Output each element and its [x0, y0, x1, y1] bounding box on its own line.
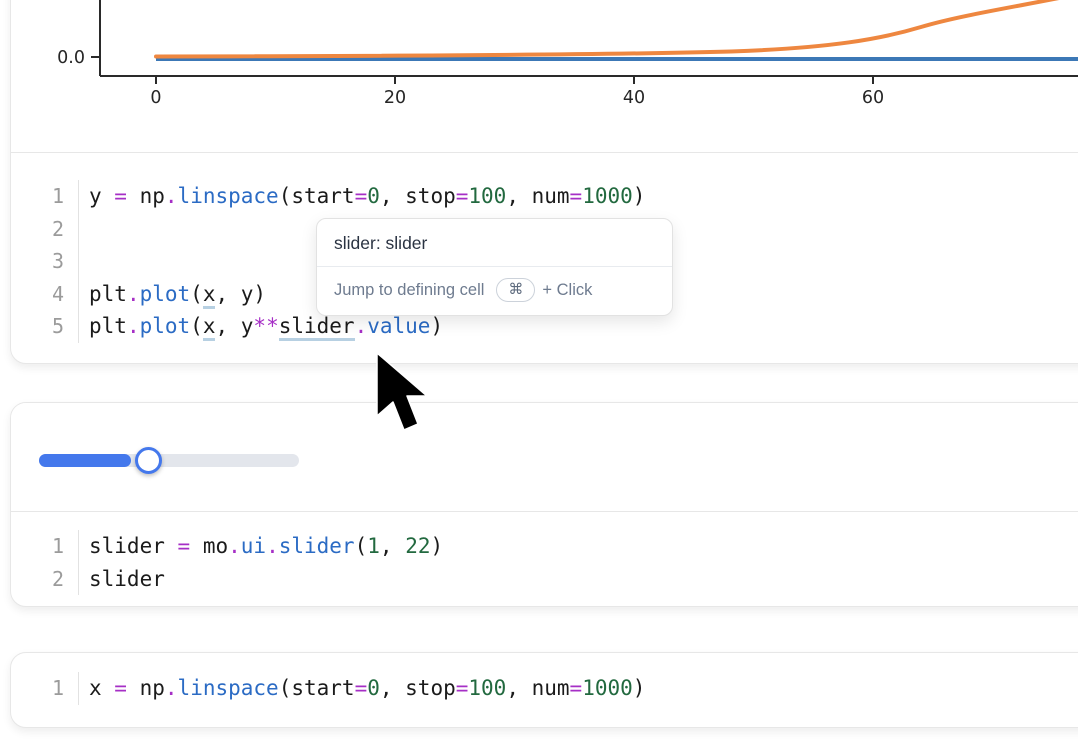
line-number: 2 [11, 213, 79, 246]
matplotlib-figure: 0.0 0 20 40 60 [11, 0, 1078, 152]
notebook-cell-slider: 1 slider = mo.ui.slider(1, 22) 2 slider [10, 402, 1078, 607]
notebook-cell-x: 1 x = np.linspace(start=0, stop=100, num… [10, 652, 1078, 728]
line-number: 5 [11, 310, 79, 343]
code-text[interactable]: plt.plot(x, y) [79, 278, 266, 311]
command-key-badge: ⌘ [496, 278, 535, 302]
slider-handle[interactable] [135, 447, 162, 474]
line-number: 1 [11, 180, 79, 213]
orange-curve-series [156, 0, 1078, 57]
code-text[interactable] [79, 245, 89, 278]
code-line[interactable]: 2 slider [11, 563, 1078, 596]
variable-hover-tooltip: slider: slider Jump to defining cell ⌘ +… [316, 218, 673, 316]
code-line[interactable]: 1 slider = mo.ui.slider(1, 22) [11, 530, 1078, 563]
code-text[interactable] [79, 213, 89, 246]
x-tick-label: 40 [623, 88, 645, 108]
line-number: 1 [11, 672, 79, 705]
line-number: 1 [11, 530, 79, 563]
code-text[interactable]: slider [79, 563, 165, 596]
x-tick-label: 60 [862, 88, 884, 108]
code-editor[interactable]: 1 x = np.linspace(start=0, stop=100, num… [11, 653, 1078, 719]
tooltip-title: slider: slider [317, 219, 672, 266]
code-editor[interactable]: 1 slider = mo.ui.slider(1, 22) 2 slider [11, 512, 1078, 607]
y-tick-label: 0.0 [57, 48, 85, 68]
marimo-notebook: { "plot": { "y_tick_label": "0.0", "x_ti… [0, 0, 1078, 746]
x-tick-label: 0 [150, 88, 161, 108]
code-text[interactable]: x = np.linspace(start=0, stop=100, num=1… [79, 672, 645, 705]
slider-fill [39, 454, 131, 467]
code-line[interactable]: 1 x = np.linspace(start=0, stop=100, num… [11, 672, 1078, 705]
code-text[interactable]: y = np.linspace(start=0, stop=100, num=1… [79, 180, 645, 213]
code-text[interactable]: slider = mo.ui.slider(1, 22) [79, 530, 443, 563]
line-number: 2 [11, 563, 79, 596]
tooltip-action-row: Jump to defining cell ⌘ + Click [317, 267, 672, 315]
line-number: 4 [11, 278, 79, 311]
slider-output-area [11, 403, 1078, 511]
code-line[interactable]: 1 y = np.linspace(start=0, stop=100, num… [11, 180, 1078, 213]
x-tick-label: 20 [384, 88, 406, 108]
slider-track[interactable] [39, 454, 299, 467]
click-hint-label: + Click [542, 281, 592, 300]
jump-to-cell-label: Jump to defining cell [334, 281, 484, 300]
plot-output-area: 0.0 0 20 40 60 [11, 0, 1078, 152]
line-number: 3 [11, 245, 79, 278]
